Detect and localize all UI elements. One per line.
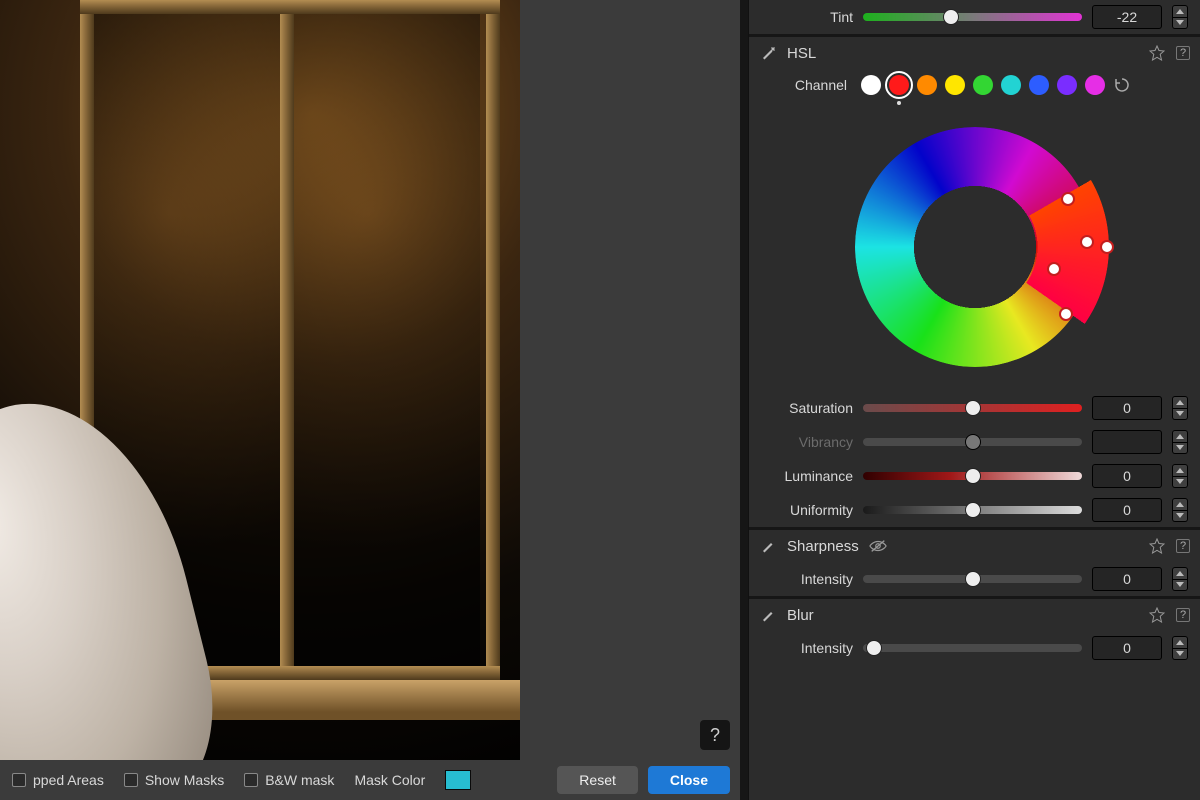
bw-mask-checkbox[interactable]: B&W mask [244, 772, 334, 788]
bw-mask-label: B&W mask [265, 772, 334, 788]
reset-channel-icon[interactable] [1113, 76, 1131, 94]
uniformity-label: Uniformity [761, 502, 853, 518]
blur-knob[interactable] [866, 640, 882, 656]
star-icon[interactable] [1148, 606, 1166, 624]
channel-swatch[interactable] [917, 75, 937, 95]
wand-icon[interactable] [759, 44, 777, 62]
vibrancy-knob [965, 434, 981, 450]
channel-row: Channel [749, 69, 1200, 109]
wheel-handle[interactable] [1059, 307, 1073, 321]
vibrancy-value [1092, 430, 1162, 454]
sharpness-value[interactable]: 0 [1092, 567, 1162, 591]
wheel-handle[interactable] [1047, 262, 1061, 276]
hsl-header[interactable]: HSL ? [749, 37, 1200, 69]
luminance-stepper[interactable] [1172, 464, 1188, 488]
show-clipped-areas-label: pped Areas [33, 772, 104, 788]
channel-swatch[interactable] [1029, 75, 1049, 95]
channel-swatch[interactable] [1085, 75, 1105, 95]
wheel-handle[interactable] [1080, 235, 1094, 249]
blur-value[interactable]: 0 [1092, 636, 1162, 660]
star-icon[interactable] [1148, 537, 1166, 555]
reset-button[interactable]: Reset [557, 766, 638, 794]
tint-knob[interactable] [943, 9, 959, 25]
mask-color-label: Mask Color [354, 772, 425, 788]
sharpness-stepper[interactable] [1172, 567, 1188, 591]
visibility-off-icon[interactable] [869, 537, 887, 555]
luminance-knob[interactable] [965, 468, 981, 484]
show-masks-checkbox[interactable]: Show Masks [124, 772, 224, 788]
blur-title: Blur [787, 607, 814, 624]
vibrancy-stepper [1172, 430, 1188, 454]
sharpness-knob[interactable] [965, 571, 981, 587]
vibrancy-slider [863, 438, 1082, 446]
canvas-footer: pped Areas Show Masks B&W mask Mask Colo… [0, 760, 520, 800]
sharpness-intensity-row: Intensity 0 [749, 562, 1200, 596]
tint-slider[interactable] [863, 13, 1082, 21]
wheel-handle[interactable] [1100, 240, 1114, 254]
saturation-stepper[interactable] [1172, 396, 1188, 420]
channel-label: Channel [761, 77, 853, 93]
luminance-label: Luminance [761, 468, 853, 484]
wand-icon[interactable] [759, 606, 777, 624]
vibrancy-label: Vibrancy [761, 434, 853, 450]
blur-stepper[interactable] [1172, 636, 1188, 660]
help-button[interactable]: ? [700, 720, 730, 750]
sharpness-intensity-label: Intensity [761, 571, 853, 587]
channel-swatch[interactable] [1001, 75, 1021, 95]
luminance-row: Luminance 0 [749, 459, 1200, 493]
middle-spacer: ? Reset Close [520, 0, 740, 800]
saturation-slider[interactable] [863, 404, 1082, 412]
luminance-slider[interactable] [863, 472, 1082, 480]
uniformity-value[interactable]: 0 [1092, 498, 1162, 522]
wand-icon[interactable] [759, 537, 777, 555]
show-masks-label: Show Masks [145, 772, 224, 788]
help-icon: ? [710, 725, 720, 746]
star-icon[interactable] [1148, 44, 1166, 62]
help-icon[interactable]: ? [1176, 608, 1190, 622]
blur-slider[interactable] [863, 644, 1082, 652]
color-wheel-area [749, 109, 1200, 391]
channel-swatch[interactable] [889, 75, 909, 95]
adjustments-panel: Tint -22 HSL ? Channel [748, 0, 1200, 800]
color-wheel[interactable] [855, 127, 1095, 367]
help-icon[interactable]: ? [1176, 46, 1190, 60]
image-preview[interactable] [0, 0, 520, 760]
channel-swatch[interactable] [945, 75, 965, 95]
tint-label: Tint [761, 9, 853, 25]
close-button[interactable]: Close [648, 766, 730, 794]
blur-intensity-row: Intensity 0 [749, 631, 1200, 665]
channel-swatch[interactable] [973, 75, 993, 95]
blur-intensity-label: Intensity [761, 640, 853, 656]
uniformity-slider[interactable] [863, 506, 1082, 514]
tint-value[interactable]: -22 [1092, 5, 1162, 29]
help-icon[interactable]: ? [1176, 539, 1190, 553]
show-clipped-areas-checkbox[interactable]: pped Areas [12, 772, 104, 788]
sharpness-title: Sharpness [787, 538, 859, 555]
sharpness-slider[interactable] [863, 575, 1082, 583]
luminance-value[interactable]: 0 [1092, 464, 1162, 488]
mask-color-swatch[interactable] [445, 770, 471, 790]
saturation-knob[interactable] [965, 400, 981, 416]
saturation-row: Saturation 0 [749, 391, 1200, 425]
vibrancy-row: Vibrancy [749, 425, 1200, 459]
panel-divider[interactable] [740, 0, 748, 800]
uniformity-knob[interactable] [965, 502, 981, 518]
wheel-handle[interactable] [1061, 192, 1075, 206]
image-canvas-area: pped Areas Show Masks B&W mask Mask Colo… [0, 0, 520, 800]
blur-header[interactable]: Blur ? [749, 599, 1200, 631]
channel-swatch[interactable] [1057, 75, 1077, 95]
tint-row: Tint -22 [749, 0, 1200, 34]
hsl-title: HSL [787, 45, 816, 62]
channel-swatch[interactable] [861, 75, 881, 95]
uniformity-row: Uniformity 0 [749, 493, 1200, 527]
tint-stepper[interactable] [1172, 5, 1188, 29]
sharpness-header[interactable]: Sharpness ? [749, 530, 1200, 562]
saturation-value[interactable]: 0 [1092, 396, 1162, 420]
uniformity-stepper[interactable] [1172, 498, 1188, 522]
saturation-label: Saturation [761, 400, 853, 416]
